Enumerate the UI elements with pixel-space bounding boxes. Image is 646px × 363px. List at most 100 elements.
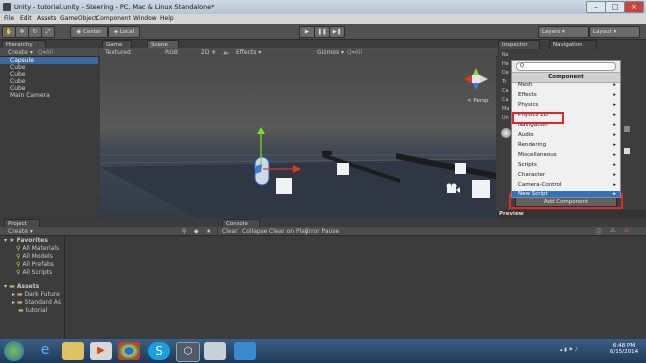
tab-navigation[interactable]: Navigation: [549, 40, 597, 49]
tool-icon[interactable]: [204, 342, 226, 360]
clock-date: 6/15/2014: [609, 349, 639, 355]
chrome-icon[interactable]: [118, 342, 140, 360]
component-search-input[interactable]: Q: [516, 62, 616, 71]
favorites-header[interactable]: ▾ ★ Favorites: [4, 237, 84, 245]
taskbar-clock[interactable]: 6:48 PM 6/15/2014: [606, 343, 642, 355]
list-item[interactable]: Main Camera: [0, 92, 98, 99]
console-panel: Console Clear Collapse Clear on Play Err…: [218, 219, 646, 339]
cube-object[interactable]: [337, 163, 349, 175]
menu-item-mesh[interactable]: Mesh ▸: [512, 81, 620, 90]
list-item[interactable]: Cube: [0, 64, 98, 71]
menu-file[interactable]: File: [4, 15, 14, 22]
start-button-icon[interactable]: [4, 341, 24, 361]
minimize-button[interactable]: –: [586, 1, 606, 13]
tree-item[interactable]: ▸ ▬ Standard As: [4, 299, 84, 307]
hand-tool-icon[interactable]: ✋: [2, 26, 16, 38]
list-item[interactable]: Cube: [0, 85, 98, 92]
menu-gameobject[interactable]: GameObject: [60, 15, 97, 22]
console-toolbar: Clear Collapse Clear on Play Error Pause…: [218, 227, 646, 236]
tree-item[interactable]: ⚲ All Prefabs: [4, 261, 84, 269]
menu-item-physics[interactable]: Physics ▸: [512, 101, 620, 110]
rotate-tool-icon[interactable]: ↻: [28, 26, 42, 38]
menu-window[interactable]: Window: [133, 15, 157, 22]
menu-component[interactable]: Component: [96, 15, 131, 22]
cube-object[interactable]: [455, 163, 466, 174]
layers-dropdown[interactable]: Layers ▾: [538, 26, 589, 38]
menu-item-audio[interactable]: Audio ▸: [512, 131, 620, 140]
windows-taskbar: e ▶ S ⬡ ▴ ▮ ⚑ ♪ 6:48 PM 6/15/2014: [0, 339, 646, 363]
label-icon[interactable]: ◆: [194, 228, 199, 235]
color-swatch-icon[interactable]: [624, 148, 630, 154]
console-error-pause-button[interactable]: Error Pause: [305, 228, 339, 235]
filter-icon[interactable]: ⚲: [182, 228, 186, 235]
close-button[interactable]: ×: [624, 1, 644, 13]
favorites-tree: ▾ ★ Favorites ⚲ All Materials ⚲ All Mode…: [4, 237, 84, 315]
menu-item-effects[interactable]: Effects ▸: [512, 91, 620, 100]
component-search-field[interactable]: Q: [512, 62, 620, 73]
pause-button[interactable]: ❚❚: [314, 26, 330, 38]
folder-icon: ▬: [9, 283, 15, 290]
console-clear-button[interactable]: Clear: [222, 228, 238, 235]
layout-dropdown[interactable]: Layout ▾: [589, 26, 640, 38]
unity-taskbar-icon[interactable]: ⬡: [176, 342, 200, 362]
move-tool-icon[interactable]: ✥: [15, 26, 29, 38]
menu-edit[interactable]: Edit: [20, 15, 32, 22]
project-divider: [64, 236, 65, 339]
tree-item[interactable]: ⚲ All Scripts: [4, 269, 84, 277]
file-explorer-icon[interactable]: [62, 342, 84, 360]
skype-icon[interactable]: S: [148, 342, 170, 360]
tab-inspector[interactable]: Inspector: [498, 40, 540, 49]
assets-header[interactable]: ▾ ▬ Assets: [4, 283, 84, 291]
menu-item-rendering[interactable]: Rendering ▸: [512, 141, 620, 150]
tree-item[interactable]: ⚲ All Materials: [4, 245, 84, 253]
perspective-label[interactable]: < Persp: [467, 98, 489, 104]
cube-object[interactable]: [276, 178, 292, 194]
hierarchy-panel: Hierarchy Create ▾ Q▾All Capsule Cube Cu…: [0, 40, 98, 215]
warning-count-icon[interactable]: ⚠: [610, 227, 615, 234]
list-item[interactable]: Cube: [0, 71, 98, 78]
step-button[interactable]: ▶❚: [329, 26, 345, 38]
error-count-icon[interactable]: ⊘: [624, 227, 629, 234]
folder-icon: ▬: [16, 291, 23, 298]
info-count-icon[interactable]: ⓘ: [596, 227, 602, 236]
menu-item-character[interactable]: Character ▸: [512, 171, 620, 180]
folder-icon: ▬: [16, 299, 23, 306]
maximize-button[interactable]: □: [605, 1, 625, 13]
menu-item-miscellaneous[interactable]: Miscellaneous ▸: [512, 151, 620, 160]
menu-item-camera-control[interactable]: Camera-Control ▸: [512, 181, 620, 190]
scale-tool-icon[interactable]: ⤢: [41, 26, 55, 38]
project-create-button[interactable]: Create ▾: [8, 228, 33, 235]
app-icon[interactable]: [234, 342, 256, 360]
console-clear-on-play-button[interactable]: Clear on Play: [269, 228, 309, 235]
tray-icons[interactable]: ▴ ▮ ⚑ ♪: [560, 347, 600, 355]
list-item[interactable]: Capsule: [0, 57, 98, 64]
menu-item-scripts[interactable]: Scripts ▸: [512, 161, 620, 170]
hierarchy-search-input[interactable]: Q▾All: [38, 49, 53, 56]
scene-viewport[interactable]: < Persp: [100, 55, 496, 218]
preview-header[interactable]: Preview: [497, 210, 646, 218]
y-arrow-icon[interactable]: [257, 127, 265, 134]
tree-item[interactable]: ⚲ All Models: [4, 253, 84, 261]
menu-help[interactable]: Help: [160, 15, 174, 22]
navigation-highlight: [512, 112, 564, 124]
cube-object[interactable]: [472, 180, 490, 198]
tree-item[interactable]: ▸ ▬ Dark Future: [4, 291, 84, 299]
hierarchy-create-button[interactable]: Create ▾: [8, 49, 33, 56]
unity-logo-icon: [3, 3, 11, 11]
play-button[interactable]: ▶: [299, 26, 315, 38]
scene-gizmo[interactable]: [464, 68, 488, 90]
hierarchy-list: Capsule Cube Cube Cube Cube Main Camera: [0, 57, 98, 99]
title-bar: Unity - tutorial.unity - Steering - PC, …: [0, 0, 646, 14]
pivot-center-button[interactable]: ◉ Center: [70, 26, 108, 38]
menu-item-new-script[interactable]: New Script ▸: [512, 191, 620, 197]
list-item[interactable]: Cube: [0, 78, 98, 85]
tree-item[interactable]: ▬ tutorial: [4, 307, 84, 315]
media-player-icon[interactable]: ▶: [90, 342, 112, 360]
console-collapse-button[interactable]: Collapse: [242, 228, 268, 235]
menu-assets[interactable]: Assets: [37, 15, 57, 22]
settings-gear-icon[interactable]: [624, 126, 630, 132]
pivot-local-button[interactable]: ◈ Local: [108, 26, 140, 38]
add-component-button[interactable]: Add Component: [515, 197, 617, 207]
star-icon[interactable]: ★: [206, 228, 211, 235]
internet-explorer-icon[interactable]: e: [34, 342, 56, 360]
